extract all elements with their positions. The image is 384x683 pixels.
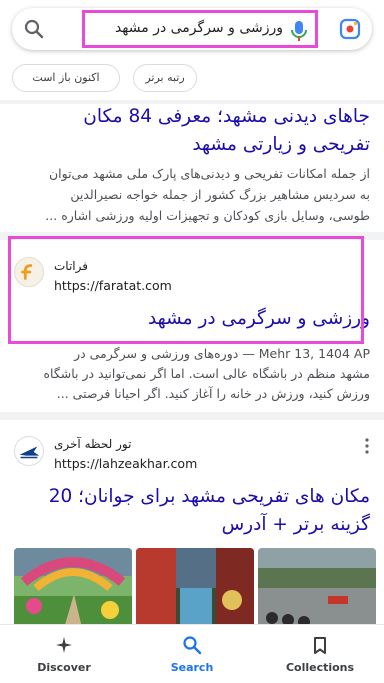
search-icon[interactable]	[22, 17, 46, 41]
bottom-navigation: Discover Search Collections	[0, 624, 384, 683]
search-input[interactable]: ورزشی و سرگرمی در مشهد	[115, 20, 283, 36]
nav-discover-label: Discover	[37, 661, 91, 674]
collections-icon	[314, 637, 326, 654]
result-2-snippet-line3: ورزش کنید، ورزش در خانه را آغاز کنید. اگ…	[56, 386, 370, 401]
more-vert-icon[interactable]	[364, 437, 370, 455]
result-2-snippet-line1: Mehr 13, 1404 AP — دوره‌های ورزشی و سرگر…	[74, 346, 370, 361]
karting-track-image[interactable]	[258, 548, 376, 628]
result-2-highlight	[8, 236, 364, 344]
result-3-title-line1[interactable]: مکان های تفریحی مشهد برای جوانان؛ 20	[10, 484, 370, 510]
result-1-snippet-line3: طوسی، وسایل بازی کودکان و تجهیزات اولیه …	[45, 208, 370, 223]
result-3-url[interactable]: https://lahzeakhar.com	[54, 456, 197, 471]
fountain-park-image[interactable]	[136, 548, 254, 628]
result-1-title-line2[interactable]: تفریحی و زیارتی مشهد	[10, 132, 370, 158]
search-query-highlight[interactable]: ورزشی و سرگرمی در مشهد	[82, 10, 318, 48]
flower-garden-image[interactable]	[14, 548, 132, 628]
result-1-snippet-line2: به سردیس مشاهیر بزرگ کشور از جمله خواجه …	[70, 187, 370, 202]
result-3-title-line2[interactable]: گزینه برتر + آدرس	[10, 512, 370, 538]
mic-icon[interactable]	[289, 19, 309, 43]
nav-search[interactable]: Search	[128, 625, 256, 683]
result-2-snippet-line2: مشهد منظم در باشگاه عالی است. اما اگر نم…	[43, 366, 370, 381]
discover-icon	[56, 637, 72, 653]
divider	[0, 412, 384, 420]
chip-top-rated[interactable]: رتبه برتر	[133, 64, 197, 92]
nav-collections-label: Collections	[285, 661, 355, 674]
result-3-image-row[interactable]	[14, 548, 376, 628]
nav-discover[interactable]: Discover	[0, 625, 128, 683]
result-1-snippet-line1: از جمله امکانات تفریحی و دیدنی‌های پارک …	[48, 166, 370, 181]
search-nav-icon	[183, 636, 202, 655]
lahzeakhar-favicon	[14, 436, 44, 466]
search-bar[interactable]: ورزشی و سرگرمی در مشهد	[12, 8, 372, 50]
result-1-title-line1[interactable]: جاهای دیدنی مشهد؛ معرفی 84 مکان	[10, 104, 370, 130]
lens-icon[interactable]	[338, 17, 362, 41]
nav-search-label: Search	[170, 661, 214, 674]
nav-collections[interactable]: Collections	[256, 625, 384, 683]
chip-open-now[interactable]: اکنون باز است	[12, 64, 120, 92]
airplane-logo-icon	[19, 446, 40, 459]
result-3-site-name[interactable]: تور لحظه آخری	[54, 437, 131, 451]
